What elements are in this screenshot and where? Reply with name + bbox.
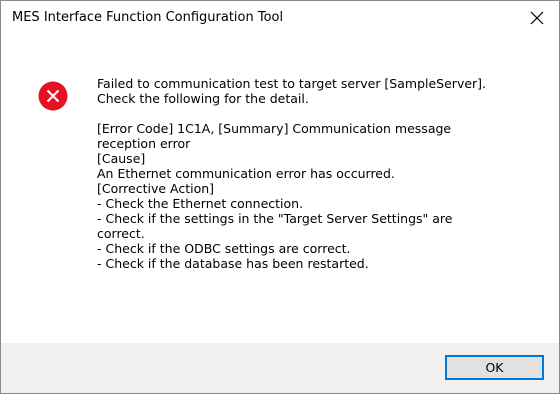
message-dialog: MES Interface Function Configuration Too… [0,0,560,394]
message-spacer [97,106,537,121]
message-line: [Error Code] 1C1A, [Summary] Communicati… [97,121,452,136]
message-line: - Check the Ethernet connection. [97,196,304,211]
dialog-content: Failed to communication test to target s… [1,35,559,343]
message-line: - Check if the settings in the "Target S… [97,211,453,226]
message-line: reception error [97,136,191,151]
button-bar: OK [1,343,559,393]
message-line: An Ethernet communication error has occu… [97,166,395,181]
close-icon [530,11,544,25]
message-line: Check the following for the detail. [97,91,309,106]
message-line: - Check if the ODBC settings are correct… [97,241,351,256]
message-line: [Corrective Action] [97,181,215,196]
error-icon [38,81,68,111]
message-line: correct. [97,226,145,241]
message-line: - Check if the database has been restart… [97,256,369,271]
close-button[interactable] [515,1,559,35]
error-message: Failed to communication test to target s… [97,76,537,271]
title-bar: MES Interface Function Configuration Too… [1,1,559,35]
ok-button[interactable]: OK [445,355,544,380]
message-line: Failed to communication test to target s… [97,76,487,91]
window-title: MES Interface Function Configuration Too… [12,10,284,25]
message-line: [Cause] [97,151,146,166]
